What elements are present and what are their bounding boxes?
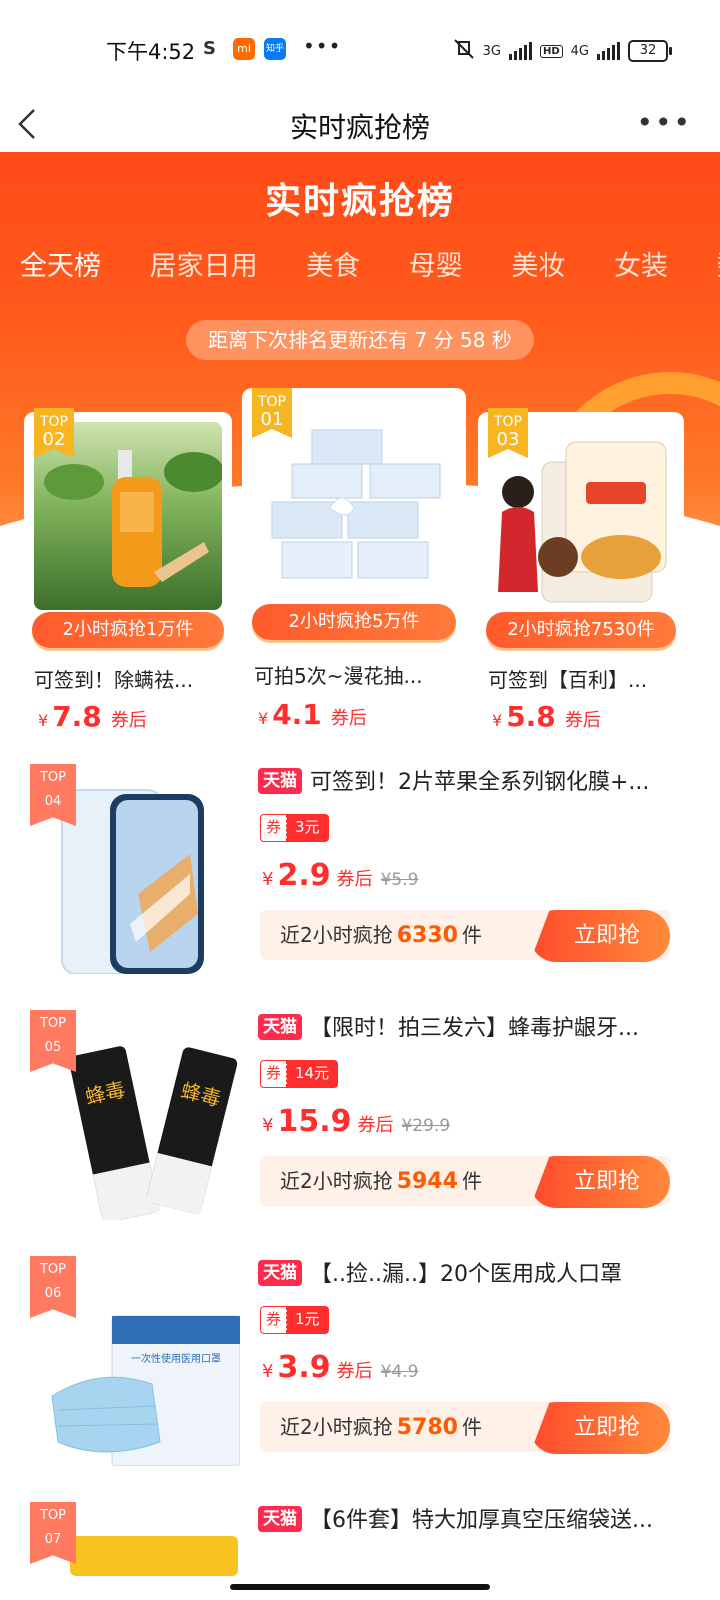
original-price: ¥4.9 [380, 1362, 419, 1382]
buy-now-button[interactable]: 立即抢 [530, 910, 670, 962]
buy-now-button[interactable]: 立即抢 [530, 1156, 670, 1208]
page-title: 实时疯抢榜 [289, 111, 430, 144]
more-menu-button[interactable]: ••• [636, 106, 692, 139]
category-tabs: 全天榜 居家日用 美食 母婴 美妆 女装 数码 [20, 244, 720, 283]
mi-app-icon: mi [233, 38, 255, 60]
top-card-3-price: ¥5.8 券后 [492, 700, 601, 733]
signal-icon [508, 42, 532, 60]
tab-food[interactable]: 美食 [306, 244, 360, 283]
rank-badge: TOP 05 [30, 1010, 76, 1072]
product-price: ¥15.9 券后 ¥29.9 [262, 1104, 451, 1139]
product-image-text: 一次性使用医用口罩 [131, 1352, 221, 1365]
tab-baby[interactable]: 母婴 [409, 244, 463, 283]
tmall-tag: 天猫 [258, 1014, 302, 1040]
sales-count: 近2小时疯抢 5944 件 [280, 1169, 482, 1194]
list-item[interactable]: 蜂毒 蜂毒 TOP 05 天猫 【限时！拍三发六】蜂毒护龈牙... 券 14元 ¥1… [0, 1000, 720, 1246]
top-card-1-name[interactable]: 可拍5次~漫花抽... [254, 660, 454, 689]
tab-all-day[interactable]: 全天榜 [20, 244, 101, 283]
sales-count: 近2小时疯抢 6330 件 [280, 923, 482, 948]
zhihu-app-icon: 知乎 [264, 38, 286, 60]
coupon-badge: 券 3元 [260, 814, 329, 842]
tab-digital[interactable]: 数码 [717, 244, 720, 283]
sold-count-pill: 2小时疯抢1万件 [32, 612, 224, 648]
battery-icon: 32 [628, 40, 672, 62]
network-4g-label: 4G [570, 43, 589, 59]
product-name[interactable]: 【6件套】特大加厚真空压缩袋送... [310, 1502, 690, 1534]
buy-now-button[interactable]: 立即抢 [530, 1402, 670, 1454]
tab-womens[interactable]: 女装 [614, 244, 668, 283]
top-card-1[interactable]: TOP 01 2小时疯抢5万件 [242, 388, 466, 644]
nav-bar: 实时疯抢榜 ••• [0, 96, 720, 152]
original-price: ¥29.9 [401, 1116, 451, 1136]
more-notifications-icon: ••• [303, 34, 342, 58]
tmall-tag: 天猫 [258, 768, 302, 794]
top-card-2-price: ¥7.8 券后 [38, 700, 147, 733]
product-price: ¥2.9 券后 ¥5.9 [262, 858, 419, 893]
rank-badge: TOP 06 [30, 1256, 76, 1318]
coupon-badge: 券 1元 [260, 1306, 329, 1334]
network-3g-label: 3G [482, 43, 501, 59]
hero-title: 实时疯抢榜 [264, 181, 455, 222]
list-item[interactable]: 一次性使用医用口罩 TOP 06 天猫 【..捡..漏..】20个医用成人口罩 券… [0, 1246, 720, 1492]
product-price: ¥3.9 券后 ¥4.9 [262, 1350, 419, 1385]
product-name[interactable]: 【..捡..漏..】20个医用成人口罩 [310, 1256, 690, 1288]
sales-bar: 近2小时疯抢 6330 件 立即抢 [260, 910, 670, 962]
sales-bar: 近2小时疯抢 5944 件 立即抢 [260, 1156, 670, 1208]
rank-badge: TOP 07 [30, 1502, 76, 1564]
coupon-badge: 券 14元 [260, 1060, 339, 1088]
home-indicator[interactable] [230, 1584, 490, 1590]
tmall-tag: 天猫 [258, 1506, 302, 1532]
status-time: 下午4:52 [106, 40, 196, 64]
list-item[interactable]: TOP 04 天猫 可签到！2片苹果全系列钢化膜+... 券 3元 ¥2.9 券后 ¥5… [0, 754, 720, 1000]
tab-household[interactable]: 居家日用 [150, 244, 258, 283]
hd-badge: HD [539, 44, 563, 58]
tmall-tag: 天猫 [258, 1260, 302, 1286]
rank-badge: TOP 04 [30, 764, 76, 826]
original-price: ¥5.9 [380, 870, 419, 890]
top-card-3-name[interactable]: 可签到【百利】... [488, 664, 668, 693]
product-image [252, 418, 456, 608]
top-card-2-name[interactable]: 可签到！除螨祛... [34, 664, 224, 693]
product-name[interactable]: 【限时！拍三发六】蜂毒护龈牙... [310, 1010, 690, 1042]
tab-beauty[interactable]: 美妆 [511, 244, 565, 283]
status-bar: 下午4:52 S mi 知乎 ••• 3G HD 4G 32 [0, 0, 720, 96]
top-card-3[interactable]: TOP 03 2小时疯抢7530件 [478, 408, 684, 648]
mute-icon [453, 38, 475, 64]
signal-icon-2 [597, 42, 620, 60]
s-app-icon: S [203, 38, 216, 59]
top-card-2[interactable]: TOP 02 2小时疯抢1万件 [24, 408, 232, 648]
product-name[interactable]: 可签到！2片苹果全系列钢化膜+... [310, 764, 690, 796]
status-right: 3G HD 4G 32 [453, 38, 672, 64]
sold-count-pill: 2小时疯抢7530件 [486, 612, 676, 648]
sold-count-pill: 2小时疯抢5万件 [252, 604, 456, 640]
sales-count: 近2小时疯抢 5780 件 [280, 1415, 482, 1440]
sales-bar: 近2小时疯抢 5780 件 立即抢 [260, 1402, 670, 1454]
top-card-1-price: ¥4.1 券后 [258, 698, 367, 731]
update-countdown: 距离下次排名更新还有 7 分 58 秒 [186, 320, 534, 360]
